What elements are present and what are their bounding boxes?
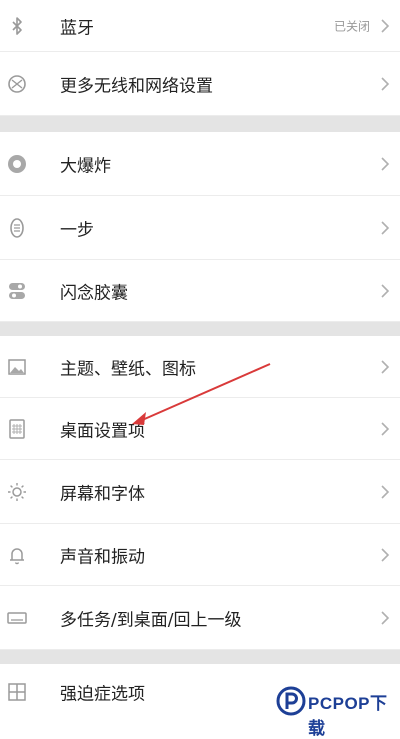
settings-item-one-step[interactable]: 一步 (0, 196, 400, 260)
settings-item-label: 更多无线和网络设置 (60, 76, 213, 96)
watermark-text: PCPOP下载 (308, 694, 388, 738)
brightness-icon (6, 481, 28, 503)
bluetooth-icon (6, 15, 28, 37)
settings-item-desktop[interactable]: 桌面设置项 (0, 398, 400, 460)
settings-item-label: 多任务/到桌面/回上一级 (60, 610, 242, 630)
chevron-right-icon (380, 220, 390, 235)
multitask-icon (6, 607, 28, 629)
bluetooth-status: 已关闭 (333, 19, 370, 33)
settings-item-label: 主题、壁纸、图标 (60, 359, 196, 379)
chevron-right-icon (380, 156, 390, 171)
chevron-right-icon (380, 547, 390, 562)
chevron-right-icon (380, 283, 390, 298)
settings-item-label: 声音和振动 (60, 547, 145, 567)
section-divider (0, 322, 400, 336)
grid-icon (6, 681, 28, 703)
big-bang-icon (6, 153, 28, 175)
settings-item-label: 闪念胶囊 (60, 283, 128, 303)
watermark: PCPOP下载 (274, 684, 400, 738)
theme-icon (6, 356, 28, 378)
settings-item-label: 屏幕和字体 (60, 484, 145, 504)
bell-icon (6, 544, 28, 566)
settings-item-label: 强迫症选项 (60, 684, 145, 705)
flash-capsule-icon (6, 280, 28, 302)
settings-item-label: 大爆炸 (60, 156, 111, 176)
desktop-grid-icon (6, 418, 28, 440)
chevron-right-icon (380, 359, 390, 374)
chevron-right-icon (380, 421, 390, 436)
settings-item-label: 桌面设置项 (60, 421, 145, 441)
section-divider (0, 116, 400, 132)
chevron-right-icon (380, 76, 390, 91)
pcpop-logo-icon (276, 686, 306, 716)
settings-item-screen-font[interactable]: 屏幕和字体 (0, 460, 400, 524)
chevron-right-icon (380, 610, 390, 625)
one-step-icon (6, 217, 28, 239)
settings-item-label: 蓝牙 (60, 18, 94, 38)
settings-item-more-wireless[interactable]: 更多无线和网络设置 (0, 52, 400, 116)
settings-item-bluetooth[interactable]: 蓝牙 已关闭 (0, 0, 400, 52)
settings-item-label: 一步 (60, 220, 94, 240)
settings-item-theme[interactable]: 主题、壁纸、图标 (0, 336, 400, 398)
section-divider (0, 650, 400, 664)
chevron-right-icon (380, 484, 390, 499)
settings-item-big-bang[interactable]: 大爆炸 (0, 132, 400, 196)
chevron-right-icon (380, 18, 390, 33)
settings-item-sound[interactable]: 声音和振动 (0, 524, 400, 586)
wireless-network-icon (6, 73, 28, 95)
settings-item-multitask[interactable]: 多任务/到桌面/回上一级 (0, 586, 400, 650)
settings-item-flash-capsule[interactable]: 闪念胶囊 (0, 260, 400, 322)
